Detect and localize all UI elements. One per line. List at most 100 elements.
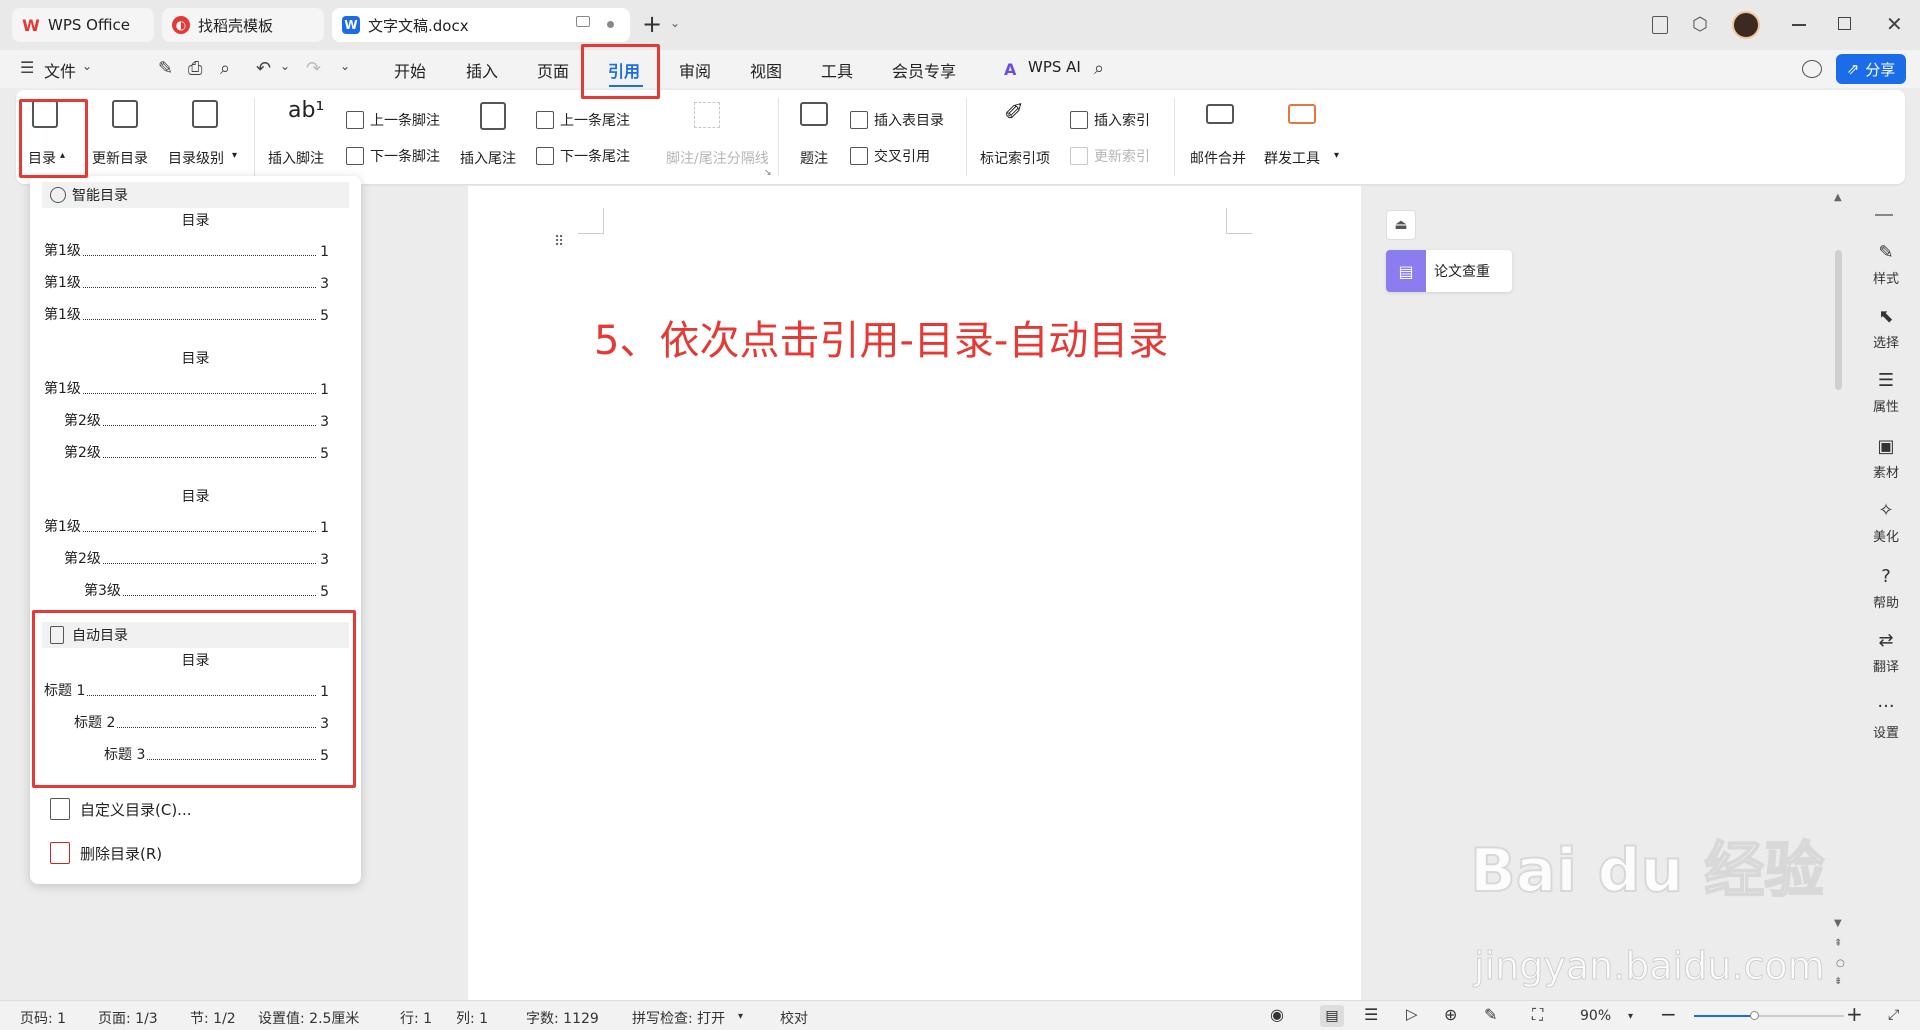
search-icon[interactable]: ⌕ xyxy=(1094,58,1104,79)
dialog-launcher-icon[interactable]: ↘ xyxy=(764,168,772,178)
tab-wps-office[interactable]: W WPS Office xyxy=(12,8,154,42)
delete-toc-button[interactable]: 删除目录(R) xyxy=(50,842,162,864)
update-toc-button[interactable]: 更新目录 xyxy=(92,94,156,174)
chevron-down-icon[interactable]: ⌄ xyxy=(82,59,92,73)
toc-preview-entry[interactable]: 第1级 5 xyxy=(44,304,329,324)
sidebar-item-translate[interactable]: ⇄ 翻译 xyxy=(1866,630,1906,675)
menu-home[interactable]: 开始 xyxy=(394,58,426,82)
pen-icon[interactable]: ✎ xyxy=(1484,1005,1497,1024)
sidebar-item-beautify[interactable]: ✧ 美化 xyxy=(1866,500,1906,545)
tab-document[interactable]: W 文字文稿.docx xyxy=(332,8,630,42)
status-setting[interactable]: 设置值: 2.5厘米 xyxy=(258,1008,359,1028)
next-page-icon[interactable]: ⇟ xyxy=(1834,976,1842,987)
chevron-down-icon[interactable]: ⌄ xyxy=(670,16,680,30)
file-menu[interactable]: 文件 xyxy=(44,58,76,82)
prev-endnote-button[interactable]: 上一条尾注 xyxy=(536,110,630,130)
chevron-down-icon[interactable]: ⌄ xyxy=(280,59,290,73)
status-col[interactable]: 列: 1 xyxy=(456,1008,488,1028)
sidebar-item-settings[interactable]: ··· 设置 xyxy=(1866,696,1906,741)
undo-icon[interactable]: ↶ xyxy=(256,58,271,79)
share-button[interactable]: ⇗ 分享 xyxy=(1836,54,1906,84)
status-proof[interactable]: 校对 xyxy=(780,1008,808,1028)
mass-tools-button[interactable]: 群发工具 ▾ xyxy=(1264,94,1348,174)
toc-preview-entry[interactable]: 第1级 1 xyxy=(44,516,329,536)
redo-icon[interactable]: ↷ xyxy=(306,58,321,79)
scroll-up-icon[interactable]: ▲ xyxy=(1834,192,1842,203)
maximize-icon[interactable] xyxy=(1838,17,1851,30)
scroll-down-icon[interactable]: ▼ xyxy=(1834,918,1842,929)
window-layout-icon[interactable] xyxy=(1652,16,1668,34)
chevron-down-icon[interactable]: ▾ xyxy=(738,1011,743,1022)
status-spell[interactable]: 拼写检查: 打开 xyxy=(632,1008,725,1028)
document-page[interactable]: ⠿ 5、依次点击引用-目录-自动目录 xyxy=(468,186,1361,1000)
toc-preview-entry[interactable]: 第1级 3 xyxy=(44,272,329,292)
minimize-icon[interactable] xyxy=(1792,24,1806,26)
next-footnote-button[interactable]: 下一条脚注 xyxy=(346,146,440,166)
prev-footnote-button[interactable]: 上一条脚注 xyxy=(346,110,440,130)
monitor-icon[interactable] xyxy=(576,16,590,27)
toc-preview-title[interactable]: 目录 xyxy=(30,348,361,368)
zoom-in-icon[interactable]: + xyxy=(1846,1002,1863,1026)
mark-index-button[interactable]: ✐ 标记索引项 xyxy=(980,94,1056,174)
insert-endnote-button[interactable]: 插入尾注 xyxy=(460,94,524,174)
status-row[interactable]: 行: 1 xyxy=(400,1008,432,1028)
new-tab-icon[interactable]: + xyxy=(642,10,662,38)
sidebar-item-assets[interactable]: ▣ 素材 xyxy=(1866,436,1906,481)
toc-preview-entry[interactable]: 第2级 3 xyxy=(64,548,329,568)
menu-insert[interactable]: 插入 xyxy=(466,58,498,82)
collapse-panel-icon[interactable]: ⏏ xyxy=(1386,210,1416,240)
menu-view[interactable]: 视图 xyxy=(750,58,782,82)
fullscreen-icon[interactable]: ⤢ xyxy=(1888,1007,1899,1023)
close-icon[interactable]: ✕ xyxy=(1886,12,1903,36)
insert-index-button[interactable]: 插入索引 xyxy=(1070,110,1150,130)
status-pages[interactable]: 页面: 1/3 xyxy=(98,1008,158,1028)
play-icon[interactable]: ▷ xyxy=(1406,1005,1418,1023)
next-endnote-button[interactable]: 下一条尾注 xyxy=(536,146,630,166)
menu-review[interactable]: 审阅 xyxy=(679,58,711,82)
toc-preview-entry[interactable]: 第1级 1 xyxy=(44,378,329,398)
hamburger-icon[interactable]: ☰ xyxy=(20,58,34,77)
status-section[interactable]: 节: 1/2 xyxy=(190,1008,236,1028)
status-words[interactable]: 字数: 1129 xyxy=(526,1008,599,1028)
avatar[interactable] xyxy=(1732,11,1760,39)
toc-preview-entry[interactable]: 第2级 5 xyxy=(64,442,329,462)
toc-preview-title[interactable]: 目录 xyxy=(30,210,361,230)
sidebar-item-help[interactable]: ? 帮助 xyxy=(1866,566,1906,611)
status-page[interactable]: 页码: 1 xyxy=(20,1008,66,1028)
menu-member[interactable]: 会员专享 xyxy=(892,58,956,82)
menu-tools[interactable]: 工具 xyxy=(821,58,853,82)
toc-preview-entry[interactable]: 第2级 3 xyxy=(64,410,329,430)
wps-ai-button[interactable]: WPS AI xyxy=(1028,58,1081,76)
caption-button[interactable]: 题注 xyxy=(792,94,836,174)
outline-view-icon[interactable]: ☰ xyxy=(1364,1005,1378,1024)
insert-footnote-button[interactable]: ab¹ 插入脚注 xyxy=(268,94,332,174)
tab-template[interactable]: ◐ 找稻壳模板 xyxy=(162,8,324,42)
cube-icon[interactable]: ⬡ xyxy=(1692,14,1708,35)
zoom-slider-thumb[interactable] xyxy=(1750,1011,1759,1020)
zoom-out-icon[interactable]: − xyxy=(1660,1002,1677,1026)
browse-object-icon[interactable]: ○ xyxy=(1836,958,1845,969)
drag-handle-icon[interactable]: ⠿ xyxy=(554,234,564,250)
paper-check-button[interactable]: ▤ 论文查重 xyxy=(1386,250,1512,292)
web-view-icon[interactable]: ⊕ xyxy=(1444,1005,1457,1024)
mail-merge-button[interactable]: 邮件合并 xyxy=(1188,94,1252,174)
fit-page-icon[interactable]: ⛶ xyxy=(1532,1005,1543,1025)
insert-table-of-figures-button[interactable]: 插入表目录 xyxy=(850,110,944,130)
custom-toc-button[interactable]: 自定义目录(C)... xyxy=(50,798,191,820)
print-icon[interactable]: ⎙ xyxy=(188,58,202,79)
eye-icon[interactable]: ◉ xyxy=(1270,1005,1284,1024)
sidebar-item-properties[interactable]: ☰ 属性 xyxy=(1866,370,1906,415)
chevron-down-icon[interactable]: ▾ xyxy=(1628,1011,1633,1022)
toc-level-button[interactable]: 目录级别 ▾ xyxy=(168,94,242,174)
toc-preview-entry[interactable]: 第1级 1 xyxy=(44,240,329,260)
format-painter-icon[interactable]: ✎ xyxy=(158,58,173,79)
toc-preview-title[interactable]: 目录 xyxy=(30,486,361,506)
prev-page-icon[interactable]: ⇞ xyxy=(1834,938,1842,949)
chat-icon[interactable] xyxy=(1802,60,1822,78)
sidebar-item-select[interactable]: ⬉ 选择 xyxy=(1866,306,1906,351)
zoom-level[interactable]: 90% xyxy=(1580,1008,1611,1024)
vertical-scrollbar[interactable] xyxy=(1835,250,1842,390)
zoom-slider[interactable] xyxy=(1694,1011,1844,1020)
chevron-down-icon[interactable]: ⌄ xyxy=(340,59,350,73)
cross-reference-button[interactable]: 交叉引用 xyxy=(850,146,930,166)
